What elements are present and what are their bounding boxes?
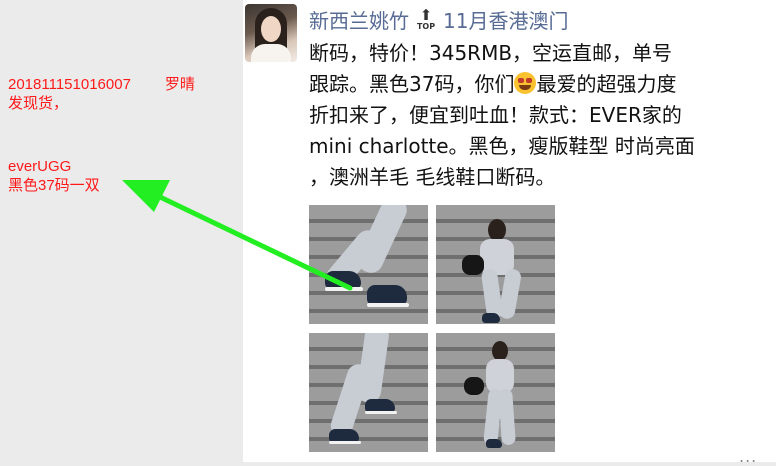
- item-detail: 黑色37码一双: [8, 177, 100, 194]
- order-line: 201811151016007 罗晴: [8, 75, 195, 94]
- order-annotation: 201811151016007 罗晴 发现货，: [8, 75, 195, 113]
- customer-name: 罗晴: [164, 76, 195, 93]
- order-number: 201811151016007: [8, 76, 131, 93]
- avatar[interactable]: [245, 4, 297, 62]
- top-arrow-icon: ⬆ TOP: [415, 5, 437, 33]
- top-label: TOP: [416, 21, 436, 31]
- post-photo-3[interactable]: [309, 333, 428, 452]
- more-indicator: ...: [739, 447, 758, 466]
- brand-label: everUGG: [8, 158, 72, 175]
- post-body: 断码，特价！345RMB，空运直邮，单号 跟踪。黑色37码，你们 最爱的超强力度 …: [309, 38, 771, 193]
- author-name[interactable]: 新西兰姚竹: [309, 5, 409, 34]
- avatar-shirt: [251, 44, 291, 62]
- star-struck-emoji-icon: [514, 72, 537, 94]
- post-photo-1[interactable]: [309, 205, 428, 324]
- item-annotation: everUGG 黑色37码一双: [8, 157, 100, 195]
- moments-post: 新西兰姚竹 ⬆ TOP 11月香港澳门 断码，特价！345RMB，空运直邮，单号…: [243, 0, 776, 466]
- location-tag[interactable]: 11月香港澳门: [443, 5, 568, 34]
- post-photo-4[interactable]: [436, 333, 555, 452]
- post-photo-2[interactable]: [436, 205, 555, 324]
- order-status: 发现货，: [8, 95, 69, 112]
- arrow-up-icon: ⬆: [419, 5, 433, 24]
- post-header: 新西兰姚竹 ⬆ TOP 11月香港澳门: [309, 4, 568, 34]
- avatar-face: [261, 16, 281, 42]
